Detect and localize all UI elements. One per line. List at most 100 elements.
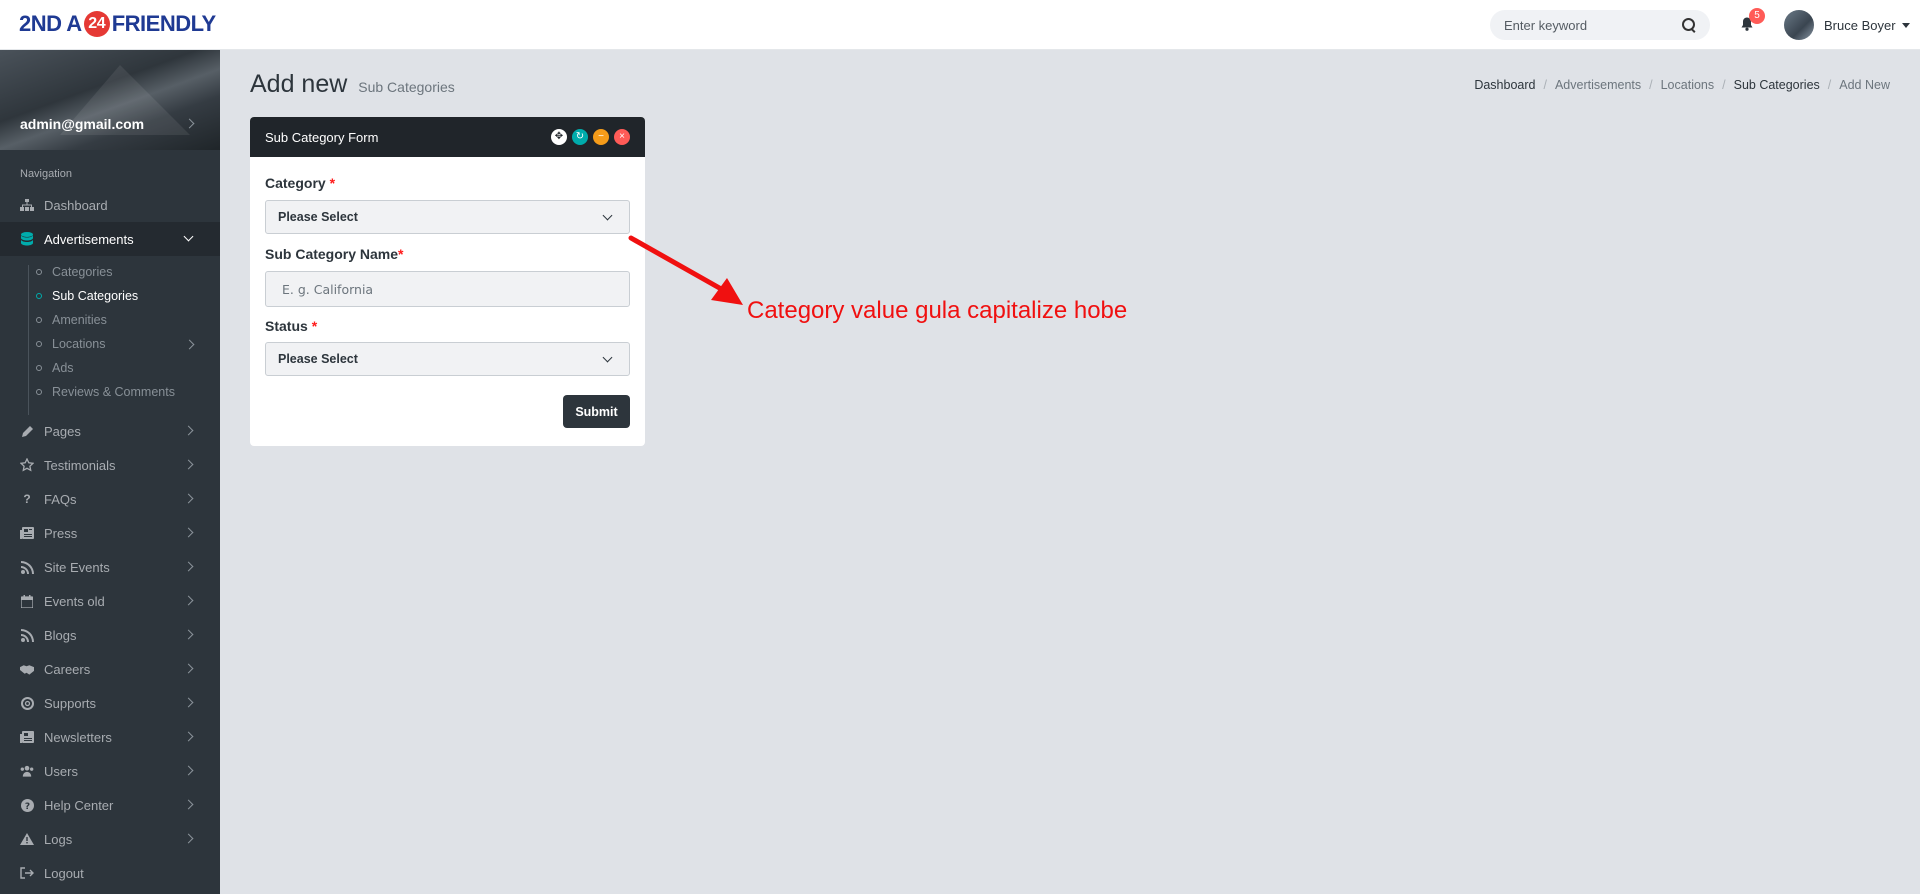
- bullet-icon: [36, 389, 42, 395]
- expand-icon[interactable]: ✥: [551, 129, 567, 145]
- breadcrumb-separator: /: [1543, 78, 1547, 92]
- close-icon[interactable]: ×: [614, 129, 630, 145]
- sidebar-item-label: Advertisements: [44, 231, 134, 247]
- sidebar-item-pages[interactable]: Pages: [0, 414, 220, 448]
- sidebar-item-users[interactable]: Users: [0, 754, 220, 788]
- brand-logo[interactable]: 2ND A 24 FRIENDLY: [19, 11, 216, 37]
- sidebar-item-help-center[interactable]: ? Help Center: [0, 788, 220, 822]
- search-icon[interactable]: [1682, 18, 1696, 32]
- sidebar-item-label: Events old: [44, 593, 105, 609]
- annotation-arrow: [628, 235, 743, 305]
- nav-section-title: Navigation: [20, 168, 72, 180]
- profile-email: admin@gmail.com: [20, 116, 145, 132]
- sidebar-item-label: FAQs: [44, 491, 77, 507]
- submenu-item-label: Sub Categories: [52, 289, 139, 303]
- users-icon: [20, 764, 34, 778]
- breadcrumb: Dashboard / Advertisements / Locations /…: [1474, 78, 1890, 92]
- sitemap-icon: [20, 198, 34, 212]
- pencil-icon: [20, 424, 34, 438]
- calendar-icon: [20, 594, 34, 608]
- bullet-icon: [36, 341, 42, 347]
- chevron-right-icon: [183, 527, 194, 538]
- breadcrumb-item-add-new: Add New: [1839, 78, 1890, 92]
- chevron-right-icon: [183, 629, 194, 640]
- sidebar-item-supports[interactable]: Supports: [0, 686, 220, 720]
- sidebar-item-testimonials[interactable]: Testimonials: [0, 448, 220, 482]
- submenu-item-label: Categories: [52, 265, 113, 279]
- submenu-item-locations[interactable]: Locations: [36, 333, 196, 355]
- submenu-item-amenities[interactable]: Amenities: [36, 309, 107, 331]
- submenu-item-ads[interactable]: Ads: [36, 357, 74, 379]
- sub-category-name-input[interactable]: E. g. California: [265, 271, 630, 307]
- panel-heading: Sub Category Form ✥ ↻ − ×: [250, 117, 645, 157]
- breadcrumb-item-dashboard[interactable]: Dashboard: [1474, 78, 1535, 92]
- sidebar-item-dashboard[interactable]: Dashboard: [0, 188, 220, 222]
- submit-button[interactable]: Submit: [563, 395, 630, 428]
- bullet-icon: [36, 269, 42, 275]
- user-menu[interactable]: Bruce Boyer: [1784, 10, 1910, 40]
- sidebar-item-label: Blogs: [44, 627, 77, 643]
- page-title: Add new Sub Categories: [250, 70, 455, 99]
- sidebar-item-press[interactable]: Press: [0, 516, 220, 550]
- breadcrumb-item-sub-categories[interactable]: Sub Categories: [1734, 78, 1820, 92]
- page-title-text: Add new: [250, 70, 348, 98]
- sidebar-item-advertisements[interactable]: Advertisements: [0, 222, 220, 256]
- collapse-icon[interactable]: −: [593, 129, 609, 145]
- breadcrumb-item-locations[interactable]: Locations: [1661, 78, 1715, 92]
- newspaper-icon: [20, 730, 34, 744]
- database-icon: [20, 232, 34, 246]
- sidebar-item-blogs[interactable]: Blogs: [0, 618, 220, 652]
- sidebar-item-faqs[interactable]: ? FAQs: [0, 482, 220, 516]
- sidebar-item-careers[interactable]: Careers: [0, 652, 220, 686]
- sidebar-item-logs[interactable]: Logs: [0, 822, 220, 856]
- search-box[interactable]: Enter keyword: [1490, 10, 1710, 40]
- submenu-item-reviews-comments[interactable]: Reviews & Comments: [36, 381, 175, 403]
- user-name: Bruce Boyer: [1824, 17, 1896, 33]
- sidebar-item-site-events[interactable]: Site Events: [0, 550, 220, 584]
- search-input[interactable]: Enter keyword: [1504, 18, 1682, 33]
- logo-badge: 24: [83, 11, 110, 37]
- sidebar-item-events-old[interactable]: Events old: [0, 584, 220, 618]
- sidebar-item-newsletters[interactable]: Newsletters: [0, 720, 220, 754]
- reload-icon[interactable]: ↻: [572, 129, 588, 145]
- status-select[interactable]: Please Select: [265, 342, 630, 376]
- chevron-down-icon: [602, 210, 613, 221]
- top-header: 2ND A 24 FRIENDLY Enter keyword 5 Bruce …: [0, 0, 1920, 50]
- sub-category-name-placeholder: E. g. California: [282, 281, 374, 297]
- sidebar-item-label: Logout: [44, 865, 84, 881]
- sidebar-item-label: Users: [44, 763, 78, 779]
- submenu-item-sub-categories[interactable]: Sub Categories: [36, 285, 138, 307]
- rss-icon: [20, 560, 34, 574]
- category-select-value: Please Select: [278, 210, 358, 224]
- submenu-item-categories[interactable]: Categories: [36, 261, 112, 283]
- category-label: Category *: [265, 175, 630, 191]
- breadcrumb-item-advertisements[interactable]: Advertisements: [1555, 78, 1641, 92]
- category-select[interactable]: Please Select: [265, 200, 630, 234]
- chevron-right-icon: [183, 493, 194, 504]
- sidebar-profile[interactable]: admin@gmail.com: [0, 50, 220, 150]
- annotation-note: Category value gula capitalize hobe: [747, 297, 1128, 324]
- panel-title: Sub Category Form: [265, 129, 379, 145]
- sidebar-item-label: Help Center: [44, 797, 114, 813]
- sub-category-name-label: Sub Category Name*: [265, 246, 630, 262]
- sidebar-item-label: Site Events: [44, 559, 110, 575]
- chevron-right-icon: [183, 561, 194, 572]
- caret-down-icon: [1901, 22, 1910, 28]
- status-label: Status *: [265, 318, 630, 334]
- breadcrumb-separator: /: [1827, 78, 1832, 92]
- sidebar-item-label: Logs: [44, 831, 73, 847]
- chevron-down-icon: [183, 231, 194, 242]
- bullet-icon: [36, 293, 42, 299]
- breadcrumb-separator: /: [1722, 78, 1726, 92]
- page-subtitle: Sub Categories: [358, 79, 455, 95]
- chevron-right-icon: [184, 339, 195, 350]
- chevron-down-icon: [602, 352, 613, 363]
- notification-bell[interactable]: 5: [1739, 8, 1765, 32]
- chevron-right-icon: [183, 765, 194, 776]
- submenu-item-label: Amenities: [52, 313, 107, 327]
- chevron-right-icon: [183, 833, 194, 844]
- sidebar-item-logout[interactable]: Logout: [0, 856, 220, 890]
- status-select-value: Please Select: [278, 352, 358, 366]
- logo-text-right: FRIENDLY: [111, 11, 216, 36]
- required-mark: *: [311, 318, 318, 334]
